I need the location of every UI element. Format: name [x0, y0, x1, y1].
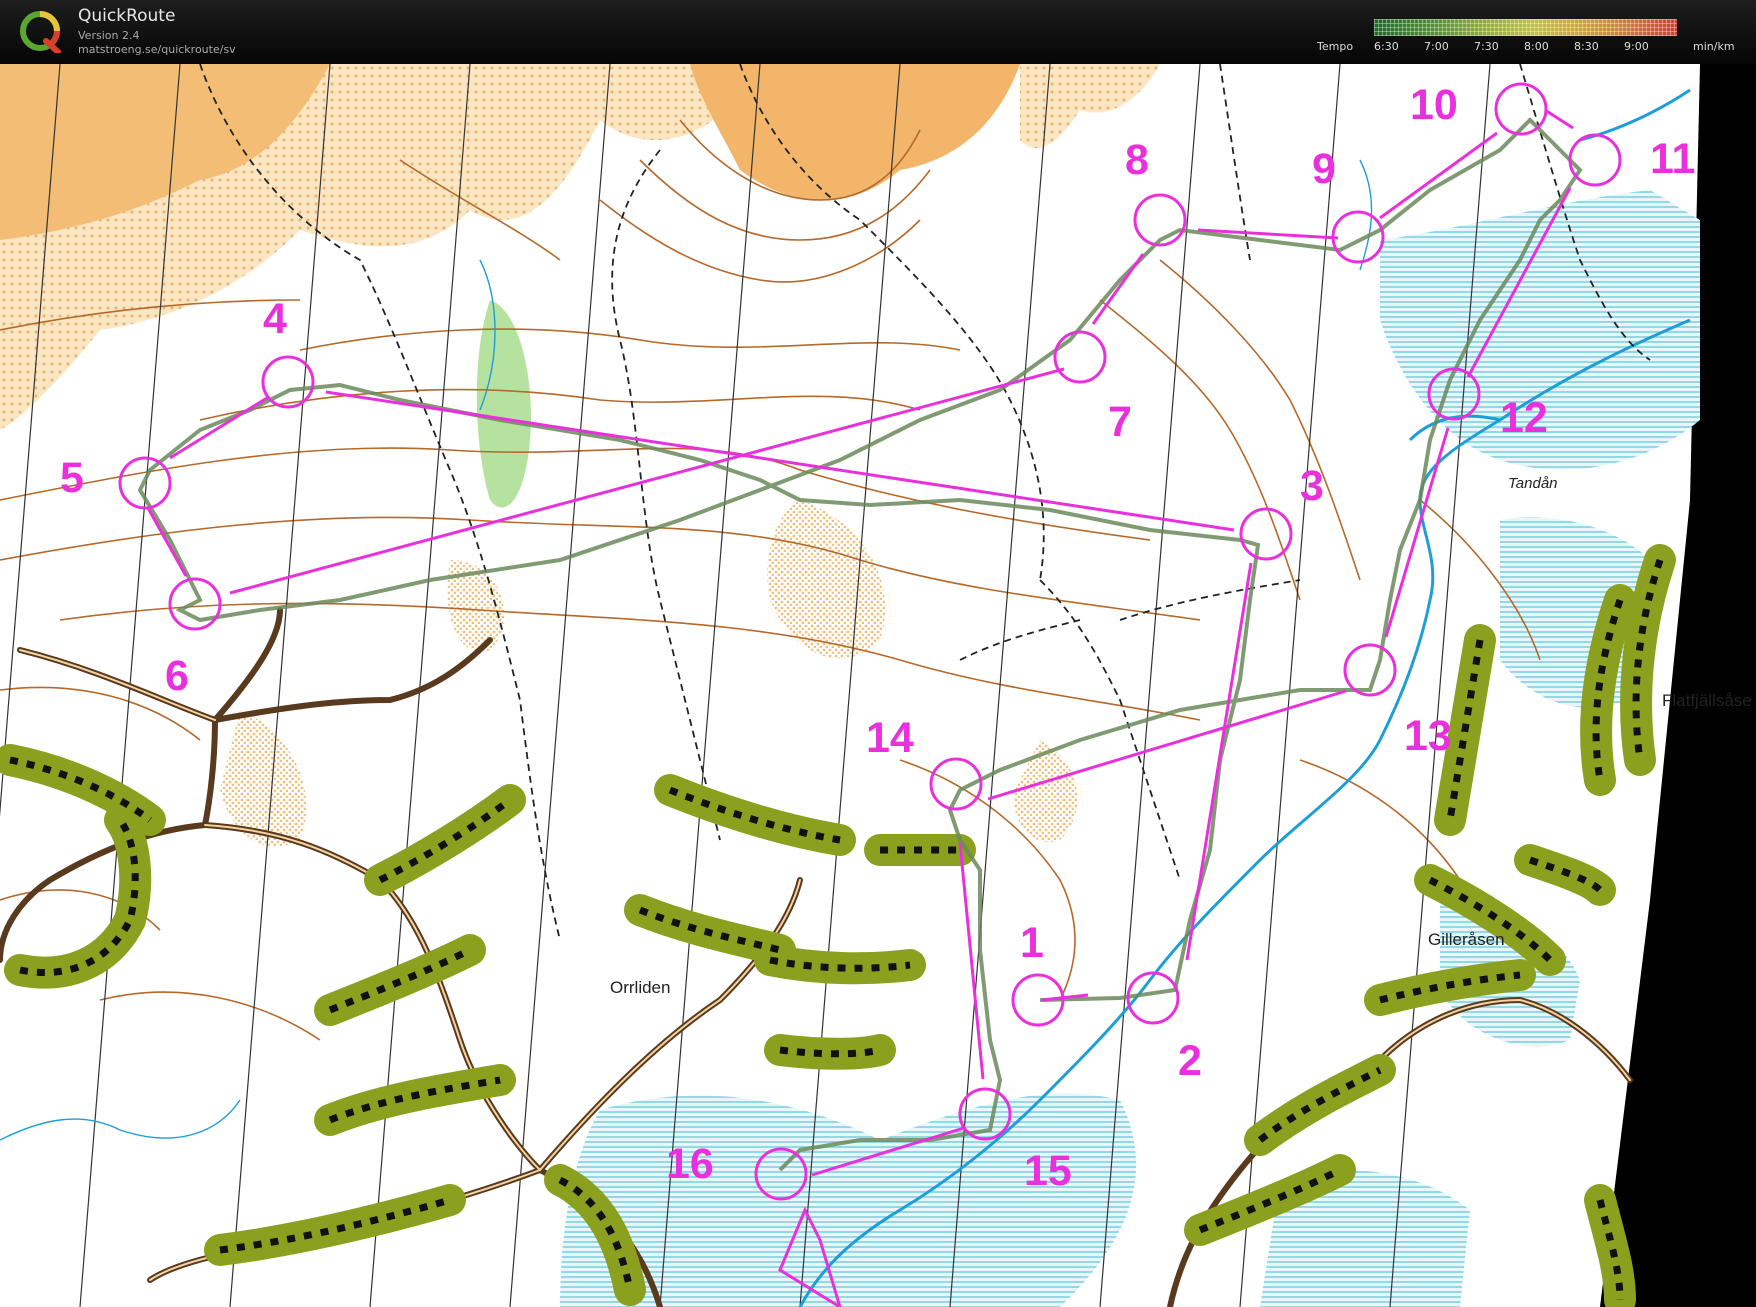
- control-number: 16: [666, 1140, 714, 1188]
- place-name-flatfjällsåsen: Flatfjällsåse: [1662, 691, 1752, 710]
- map-canvas[interactable]: 1 2 3 4 5 6 7 8 9 10 11 12 13 14 15 16 O…: [0, 64, 1756, 1307]
- control-number: 10: [1410, 81, 1458, 129]
- legend-tick: 8:30: [1574, 40, 1599, 53]
- control-number: 15: [1024, 1147, 1072, 1195]
- app-version: Version 2.4: [78, 29, 140, 42]
- legend-tick: 8:00: [1524, 40, 1549, 53]
- control-number: 7: [1108, 398, 1132, 446]
- control-number: 2: [1178, 1037, 1202, 1085]
- legend-label: Tempo: [1317, 40, 1354, 53]
- stream-name-tandån: Tandån: [1508, 475, 1558, 492]
- control-number: 14: [866, 714, 914, 762]
- control-number: 9: [1312, 145, 1336, 193]
- control-number: 3: [1300, 462, 1324, 510]
- app-url[interactable]: matstroeng.se/quickroute/sv: [78, 43, 236, 56]
- control-number: 11: [1650, 135, 1695, 183]
- control-number: 1: [1020, 919, 1044, 967]
- legend-tick: 7:30: [1474, 40, 1499, 53]
- place-name-orrliden: Orrliden: [610, 978, 670, 997]
- title-bar: QuickRoute Version 2.4 matstroeng.se/qui…: [0, 0, 1756, 64]
- control-number: 13: [1404, 712, 1452, 760]
- control-number: 8: [1125, 136, 1149, 184]
- legend-tick: 7:00: [1424, 40, 1449, 53]
- pace-legend: Tempo 6:30 7:00 7:30 8:00 8:30 9:00 min/…: [1300, 16, 1750, 56]
- legend-unit: min/km: [1693, 40, 1735, 53]
- place-name-gilleråsen: Gilleråsen: [1428, 930, 1505, 949]
- control-number: 4: [263, 295, 287, 343]
- legend-tick: 6:30: [1374, 40, 1399, 53]
- control-number: 6: [165, 652, 189, 700]
- orienteering-map[interactable]: 1 2 3 4 5 6 7 8 9 10 11 12 13 14 15 16 O…: [0, 64, 1756, 1307]
- legend-tick: 9:00: [1624, 40, 1649, 53]
- quickroute-window: QuickRoute Version 2.4 matstroeng.se/qui…: [0, 0, 1756, 1307]
- pace-scale-grid: [1374, 19, 1677, 36]
- control-number: 12: [1500, 394, 1548, 442]
- app-name: QuickRoute: [78, 6, 176, 26]
- control-number: 5: [60, 454, 84, 502]
- quickroute-logo: [20, 11, 61, 53]
